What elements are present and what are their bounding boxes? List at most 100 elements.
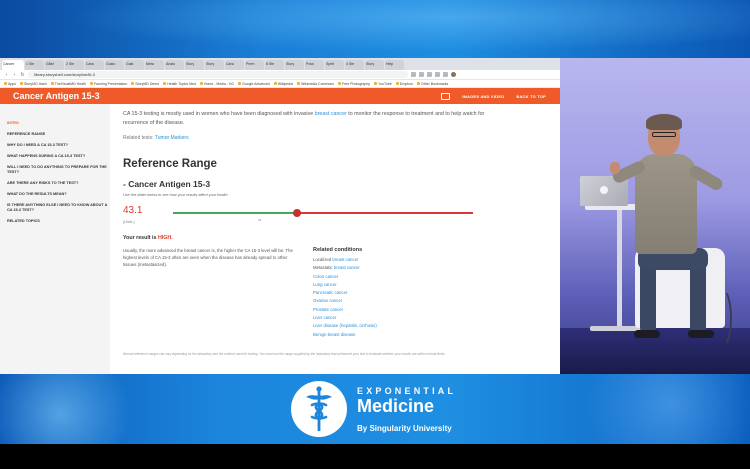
condition-item: Lung cancer xyxy=(313,281,377,289)
condition-item: Metastatic breast cancer xyxy=(313,264,377,272)
condition-link[interactable]: Prostate cancer xyxy=(313,307,343,312)
bookmark-item[interactable]: Other Bookmarks xyxy=(417,82,448,86)
sidebar-item[interactable]: IS THERE ANYTHING ELSE I NEED TO KNOW AB… xyxy=(7,203,110,213)
related-tests: Related tests: Tumor Markers xyxy=(123,135,189,141)
browser-tab[interactable]: Gast xyxy=(125,60,144,70)
browser-tab[interactable]: Gusto xyxy=(105,60,124,70)
extension-icon[interactable] xyxy=(435,72,440,77)
bookmark-item[interactable]: Wikipedia xyxy=(274,82,293,86)
forward-icon[interactable]: › xyxy=(12,72,17,78)
browser-tab[interactable]: Story xyxy=(205,60,224,70)
condition-prefix: Localized xyxy=(313,257,333,262)
condition-link[interactable]: Liver disease (hepatitis, cirrhosis) xyxy=(313,323,377,328)
sidebar-item[interactable]: WHY DO I NEED A CA 15-3 TEST? xyxy=(7,143,110,148)
browser-tab[interactable]: Story xyxy=(365,60,384,70)
sidebar-item[interactable]: INTRO xyxy=(7,121,110,126)
letterbox-bar xyxy=(0,444,750,469)
bookmark-item[interactable]: StoryMD Demo xyxy=(131,82,159,86)
bookmark-item[interactable]: Google Advanced xyxy=(238,82,270,86)
intro-paragraph: CA 15-3 testing is mostly used in women … xyxy=(123,111,485,126)
brand-byline: By Singularity University xyxy=(357,424,452,433)
extension-icon[interactable] xyxy=(443,72,448,77)
browser-tab[interactable]: Help xyxy=(385,60,404,70)
page-header: Cancer Antigen 15-3 IMAGES AND VIDEO BAC… xyxy=(0,88,560,104)
condition-link[interactable]: Lung cancer xyxy=(313,282,337,287)
bookmark-item[interactable]: Fanning Presentation xyxy=(90,82,127,86)
condition-item: Colon cancer xyxy=(313,273,377,281)
bookmark-item[interactable]: Dropbox xyxy=(396,82,413,86)
tab-strip: Cancer 1 Ste Glide 2 Ste Canc Gusto Gast Meta An… xyxy=(0,58,560,70)
condition-link[interactable]: breast cancer xyxy=(332,257,358,262)
reload-icon[interactable]: ↻ xyxy=(20,72,25,78)
browser-tab[interactable]: Meta xyxy=(145,60,164,70)
brand-medicine: Medicine xyxy=(357,396,435,416)
bookmarks-bar: Apps StoryMD Hash TheVisualMD Heath Fanning… xyxy=(0,80,560,88)
condition-link[interactable]: Ovarian cancer xyxy=(313,298,342,303)
condition-link[interactable]: Pancreatic cancer xyxy=(313,290,347,295)
condition-prefix: Metastatic xyxy=(313,265,334,271)
address-bar: ‹ › ↻ library.storyshell.com/storyline/l… xyxy=(0,70,560,80)
bookmark-item[interactable]: Apps xyxy=(4,82,16,86)
result-unit: (U/mL) xyxy=(123,220,135,224)
condition-link[interactable]: Liver cancer xyxy=(313,315,336,320)
related-conditions: Related conditions Localized breast canc… xyxy=(313,247,377,339)
condition-item: Ovarian cancer xyxy=(313,297,377,305)
images-video-link[interactable]: IMAGES AND VIDEO xyxy=(462,94,504,99)
page-title: Cancer Antigen 15-3 xyxy=(13,91,100,101)
browser-tab[interactable]: 1 Ste xyxy=(25,60,44,70)
back-icon[interactable]: ‹ xyxy=(4,72,9,78)
browser-tab[interactable]: 8 Ste xyxy=(265,60,284,70)
condition-item: Localized breast cancer xyxy=(313,256,377,264)
browser-tab[interactable]: Poss xyxy=(305,60,324,70)
extension-icon[interactable] xyxy=(411,72,416,77)
normal-range-track[interactable] xyxy=(173,212,298,214)
browser-tab[interactable]: Story xyxy=(285,60,304,70)
bookmark-item[interactable]: StoryMD Hash xyxy=(20,82,47,86)
extension-icon[interactable] xyxy=(427,72,432,77)
related-conditions-heading: Related conditions xyxy=(313,247,363,253)
speaker-camera-feed xyxy=(560,58,750,374)
browser-tab[interactable]: Cancer xyxy=(2,60,24,70)
bookmark-item[interactable]: Wikimedia Commons xyxy=(297,82,334,86)
condition-link[interactable]: Colon cancer xyxy=(313,274,338,279)
condition-link[interactable]: Benign breast disease xyxy=(313,332,356,337)
browser-tab[interactable]: 2 Ste xyxy=(65,60,84,70)
profile-icon[interactable] xyxy=(451,72,456,77)
sidebar-item[interactable]: RELATED TOPICS xyxy=(7,219,110,224)
bookmark-item[interactable]: Free Photography xyxy=(338,82,370,86)
bookmark-item[interactable]: Health Topics Med xyxy=(163,82,196,86)
browser-tab[interactable]: 4 Ste xyxy=(345,60,364,70)
condition-item: Liver disease (hepatitis, cirrhosis) xyxy=(313,322,377,330)
url-input[interactable]: library.storyshell.com/storyline/lit-3 xyxy=(28,71,408,78)
high-range-track[interactable] xyxy=(298,212,473,214)
browser-tab[interactable]: Spirit xyxy=(325,60,344,70)
browser-tab[interactable]: Canc xyxy=(85,60,104,70)
condition-item: Liver cancer xyxy=(313,314,377,322)
sidebar-item[interactable]: WHAT HAPPENS DURING A CA 15-3 TEST? xyxy=(7,154,110,159)
slider-hint: Use the slider below to see how your res… xyxy=(123,193,229,197)
bookmark-item[interactable]: TheVisualMD Heath xyxy=(51,82,86,86)
sidebar-item[interactable]: WILL I NEED TO DO ANYTHING TO PREPARE FO… xyxy=(7,165,110,175)
condition-link[interactable]: breast cancer xyxy=(334,265,360,270)
result-slider[interactable]: 43.1 (U/mL) 31 xyxy=(123,203,548,227)
reference-range-heading: Reference Range xyxy=(123,158,217,170)
result-explanation: Usually, the more advanced the breast ca… xyxy=(123,248,293,267)
images-icon[interactable] xyxy=(441,92,451,100)
sidebar-item[interactable]: WHAT DO THE RESULTS MEAN? xyxy=(7,192,110,197)
browser-tab[interactable]: Glide xyxy=(45,60,64,70)
bookmark-item[interactable]: YouTube xyxy=(374,82,392,86)
breast-cancer-link[interactable]: breast cancer xyxy=(315,111,347,117)
slider-handle[interactable] xyxy=(293,209,301,217)
browser-tab[interactable]: Story xyxy=(185,60,204,70)
browser-tab[interactable]: Anato xyxy=(165,60,184,70)
page-body: INTRO REFERENCE RANGE WHY DO I NEED A CA 1… xyxy=(0,104,560,374)
browser-tab[interactable]: Prem xyxy=(245,60,264,70)
tumor-markers-link[interactable]: Tumor Markers xyxy=(155,135,189,141)
condition-item: Benign breast disease xyxy=(313,331,377,339)
bookmark-item[interactable]: Home - Media - NC xyxy=(200,82,234,86)
sidebar-item[interactable]: REFERENCE RANGE xyxy=(7,132,110,137)
browser-tab[interactable]: Canc xyxy=(225,60,244,70)
extension-icon[interactable] xyxy=(419,72,424,77)
sidebar-item[interactable]: ARE THERE ANY RISKS TO THE TEST? xyxy=(7,181,110,186)
back-to-top-link[interactable]: BACK TO TOP xyxy=(516,94,546,99)
